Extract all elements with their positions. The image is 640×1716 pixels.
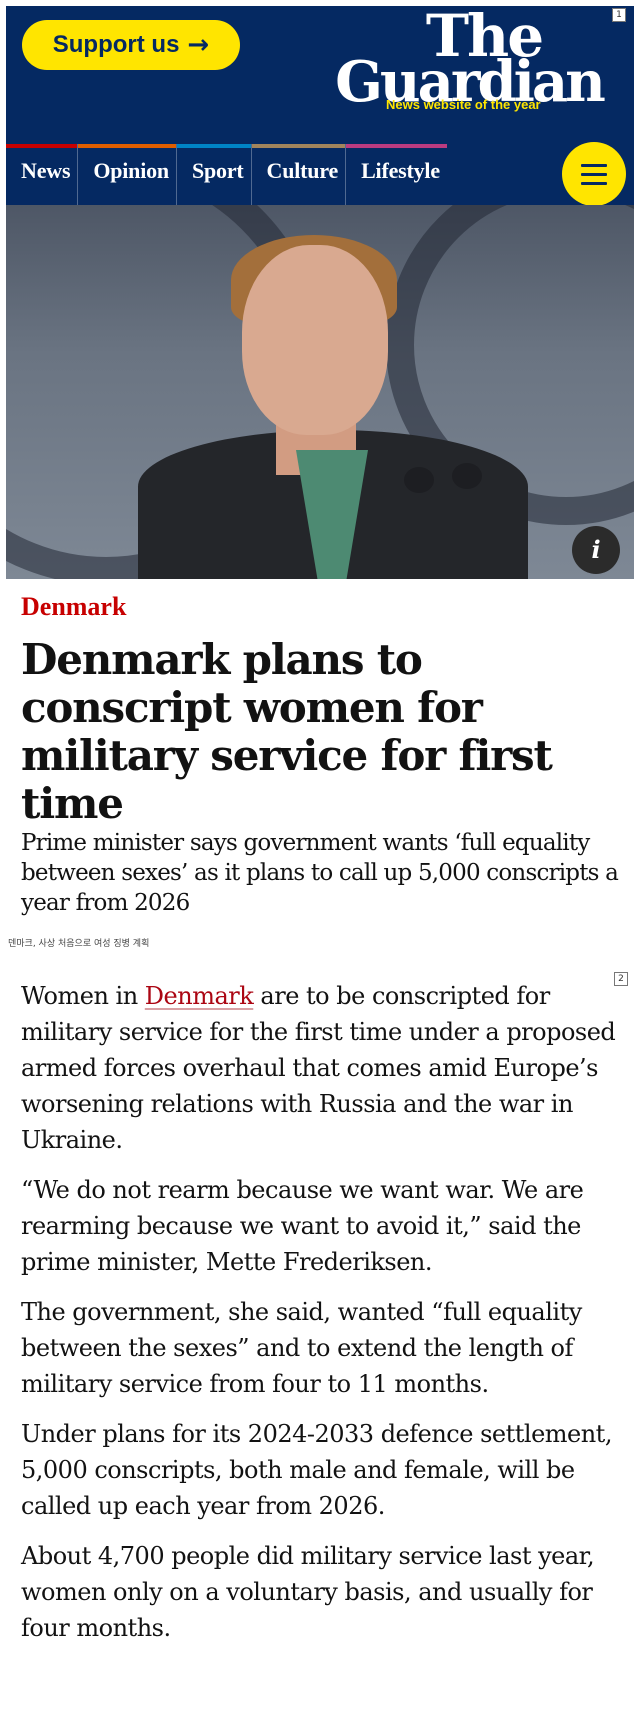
support-us-button[interactable]: Support us → bbox=[22, 20, 240, 70]
article-headline: Denmark plans to conscript women for mil… bbox=[21, 635, 553, 828]
nav-item-label: News bbox=[21, 158, 71, 183]
body-paragraph: “We do not rearm because we want war. We… bbox=[21, 1176, 584, 1276]
nav-item-label: Lifestyle bbox=[361, 158, 440, 183]
nav-item-news[interactable]: News bbox=[6, 144, 78, 205]
pillar-nav: News Opinion Sport Culture Lifestyle bbox=[6, 144, 502, 205]
menu-line bbox=[581, 172, 607, 176]
paragraph-text: Women in bbox=[21, 982, 145, 1010]
guardian-logo[interactable]: The Guardian News website of the year bbox=[324, 7, 614, 120]
microphone-icon bbox=[404, 467, 434, 493]
menu-line bbox=[581, 181, 607, 185]
article-page: Support us → The Guardian News website o… bbox=[6, 6, 634, 1710]
body-paragraph: About 4,700 people did military service … bbox=[21, 1542, 595, 1642]
article-standfirst: Prime minister says government wants ‘fu… bbox=[21, 830, 619, 916]
korean-caption: 덴마크, 사상 처음으로 여성 징병 계획 bbox=[8, 939, 150, 949]
article-body: Women in Denmark are to be conscripted f… bbox=[21, 978, 631, 1660]
site-header: Support us → The Guardian News website o… bbox=[6, 6, 634, 206]
nav-item-opinion[interactable]: Opinion bbox=[77, 144, 176, 205]
denmark-link[interactable]: Denmark bbox=[145, 982, 254, 1010]
logo-tagline: News website of the year bbox=[386, 97, 541, 112]
nav-item-label: Sport bbox=[191, 158, 244, 183]
pillar-color-bar bbox=[251, 144, 346, 148]
body-paragraph: Under plans for its 2024-2033 defence se… bbox=[21, 1420, 612, 1520]
support-us-label: Support us bbox=[52, 31, 180, 58]
microphone-icon bbox=[452, 463, 482, 489]
nav-item-label: Culture bbox=[266, 158, 339, 183]
pillar-color-bar bbox=[346, 144, 447, 148]
annotation-marker-1: 1 bbox=[612, 8, 626, 22]
pillar-color-bar bbox=[6, 144, 78, 148]
info-icon[interactable]: i bbox=[572, 526, 620, 574]
menu-line bbox=[581, 163, 607, 167]
annotation-marker-2: 2 bbox=[614, 972, 628, 986]
pillar-color-bar bbox=[176, 144, 251, 148]
hero-image: i bbox=[6, 205, 634, 579]
hamburger-menu-icon[interactable] bbox=[562, 142, 626, 206]
body-paragraph: The government, she said, wanted “full e… bbox=[21, 1298, 582, 1398]
speaker-face bbox=[242, 245, 388, 435]
section-kicker[interactable]: Denmark bbox=[21, 594, 126, 620]
body-paragraph: Women in Denmark are to be conscripted f… bbox=[21, 978, 631, 1158]
nav-item-culture[interactable]: Culture bbox=[250, 144, 346, 205]
pillar-color-bar bbox=[78, 144, 176, 148]
arrow-right-icon: → bbox=[187, 30, 210, 60]
nav-item-sport[interactable]: Sport bbox=[175, 144, 251, 205]
nav-item-label: Opinion bbox=[93, 158, 169, 183]
nav-item-lifestyle[interactable]: Lifestyle bbox=[345, 144, 447, 205]
